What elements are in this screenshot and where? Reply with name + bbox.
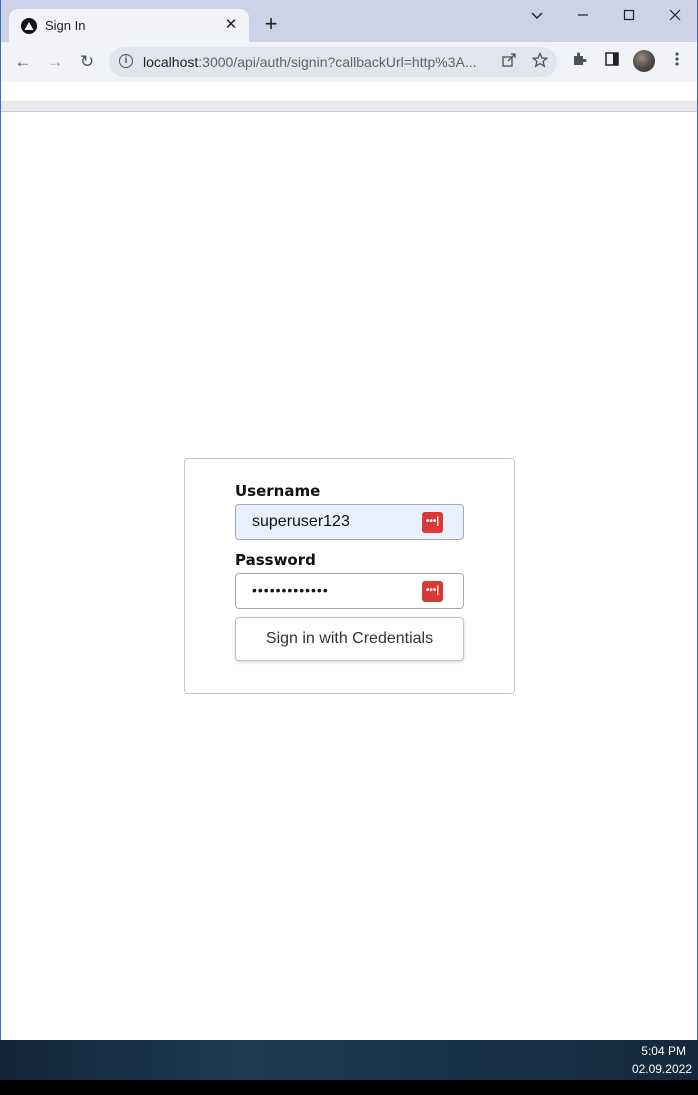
password-value: ••••••••••••• [252, 582, 329, 598]
forward-button[interactable]: → [41, 48, 69, 76]
menu-icon[interactable] [663, 48, 691, 76]
clock-date[interactable]: 02.09.2022 [632, 1062, 692, 1076]
tab-sign-in[interactable]: Sign In ✕ [9, 9, 249, 42]
tab-strip: Sign In ✕ + [1, 0, 697, 42]
address-bar[interactable]: i localhost:3000/api/auth/signin?callbac… [109, 47, 557, 77]
browser-toolbar: ← → ↻ i localhost:3000/api/auth/signin?c… [1, 42, 697, 82]
reload-button[interactable]: ↻ [73, 48, 101, 76]
windows-taskbar: 5:04 PM 02.09.2022 [0, 1040, 698, 1080]
maximize-button[interactable] [607, 4, 651, 28]
screen-bottom-edge [0, 1080, 698, 1095]
info-icon[interactable]: i [119, 54, 133, 68]
page-header-strip [1, 101, 697, 112]
window-close-button[interactable] [653, 4, 697, 28]
sign-in-button[interactable]: Sign in with Credentials [235, 617, 464, 661]
star-icon[interactable] [530, 51, 550, 72]
username-value: superuser123 [252, 513, 350, 530]
username-label: Username [235, 482, 321, 500]
extensions-icon[interactable] [565, 48, 593, 76]
browser-window: Sign In ✕ + ← → ↻ i localhost:3000/api/a… [0, 0, 698, 1040]
clock-time[interactable]: 5:04 PM [641, 1044, 686, 1058]
tab-title: Sign In [45, 18, 86, 33]
password-field[interactable]: ••••••••••••• •••| [235, 573, 464, 609]
side-panel-icon[interactable] [598, 48, 626, 76]
new-tab-button[interactable]: + [259, 13, 283, 37]
url-host: localhost [143, 54, 199, 70]
bookmark-bar [1, 82, 697, 101]
password-label: Password [235, 551, 316, 569]
password-manager-icon[interactable]: •••| [422, 581, 443, 602]
url-rest: :3000/api/auth/signin?callbackUrl=http%3… [198, 54, 477, 70]
page-content: Username superuser123 •••| Password ••••… [1, 112, 697, 1040]
minimize-button[interactable] [561, 4, 605, 28]
username-field[interactable]: superuser123 •••| [235, 504, 464, 540]
share-icon[interactable] [499, 52, 519, 72]
profile-avatar[interactable] [633, 50, 655, 72]
signin-card: Username superuser123 •••| Password ••••… [184, 458, 515, 694]
triangle-logo-icon [21, 18, 37, 34]
back-button[interactable]: ← [9, 48, 37, 76]
password-manager-icon[interactable]: •••| [422, 512, 443, 533]
url-text[interactable]: localhost:3000/api/auth/signin?callbackU… [143, 54, 483, 70]
close-icon[interactable]: ✕ [221, 15, 241, 35]
chevron-down-icon[interactable] [515, 4, 559, 28]
